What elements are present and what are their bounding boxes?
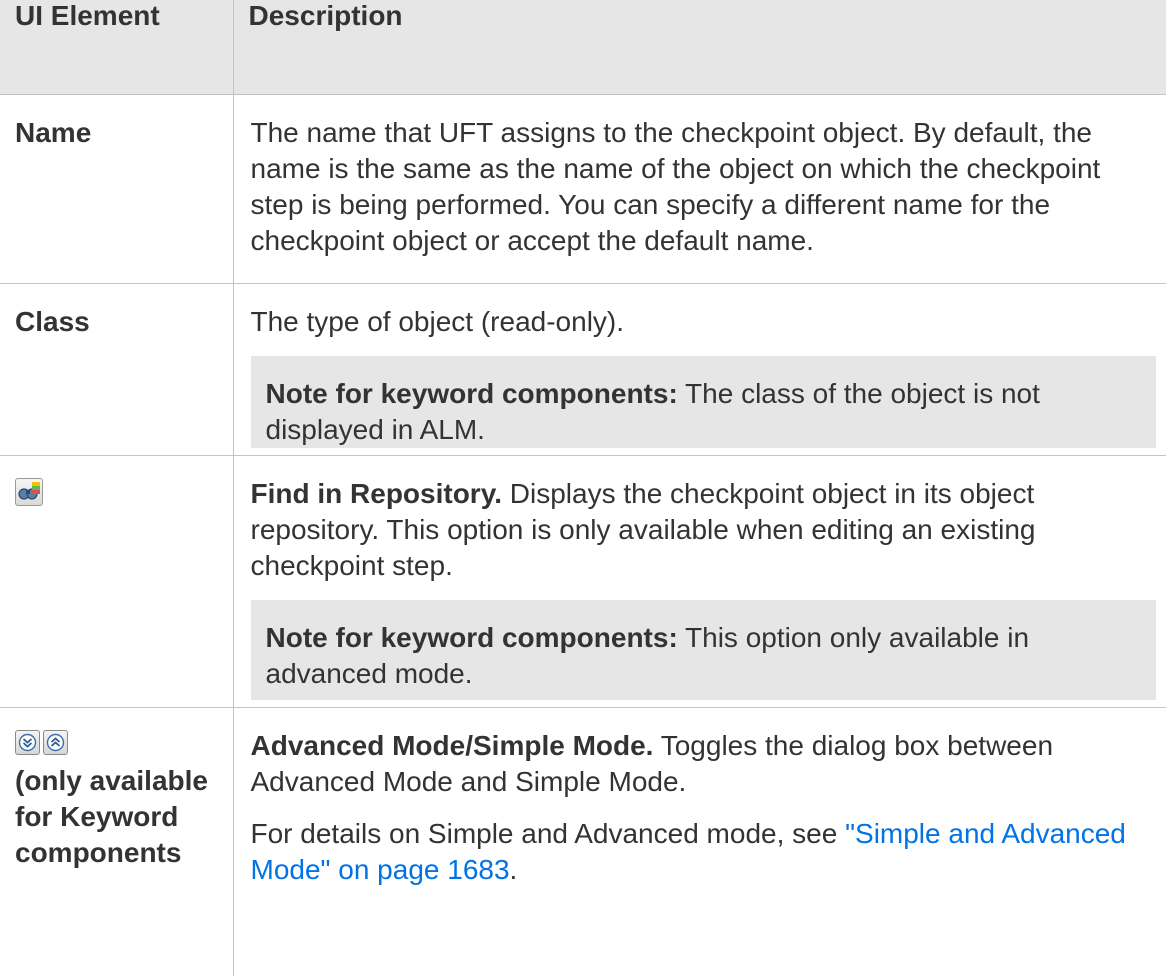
description-find-in-repository: Find in Repository. Displays the checkpo…: [232, 454, 1166, 708]
details-prefix: For details on Simple and Advanced mode,…: [250, 817, 846, 849]
table-row-find-in-repository: Find in Repository. Displays the checkpo…: [0, 454, 1166, 708]
description-text: The type of object (read-only).: [250, 305, 625, 337]
element-name: Name: [0, 93, 234, 284]
description-text: The name that UFT assigns to the checkpo…: [250, 116, 1101, 256]
header-description: Description: [232, 0, 1166, 95]
note-box: Note for keyword components: This option…: [250, 599, 1156, 700]
description-class: The type of object (read-only). Note for…: [232, 282, 1166, 456]
find-in-repository-icon: [15, 477, 43, 506]
description-title: Advanced Mode/Simple Mode.: [250, 729, 654, 761]
header-ui-element: UI Element: [0, 0, 234, 95]
element-find-in-repository: [0, 454, 234, 708]
description-name: The name that UFT assigns to the checkpo…: [232, 93, 1166, 284]
advanced-mode-icon: [15, 729, 40, 755]
simple-mode-icon: [43, 729, 68, 755]
element-class: Class: [0, 282, 234, 456]
details-suffix: .: [509, 853, 518, 885]
element-advanced-simple-mode: (only available for Keyword components: [0, 706, 234, 976]
element-label: (only available for Keyword components: [15, 764, 208, 868]
table-row-name: Name The name that UFT assigns to the ch…: [0, 93, 1166, 284]
mode-icons: [15, 729, 227, 755]
description-advanced-simple-mode: Advanced Mode/Simple Mode. Toggles the d…: [232, 706, 1166, 976]
table-row-advanced-simple-mode: (only available for Keyword components A…: [0, 706, 1166, 976]
table-row-class: Class The type of object (read-only). No…: [0, 282, 1166, 456]
description-title: Find in Repository.: [250, 477, 502, 509]
note-label: Note for keyword components:: [265, 377, 678, 409]
header-row: UI Element Description: [0, 0, 1166, 95]
note-label: Note for keyword components:: [265, 621, 678, 653]
note-box: Note for keyword components: The class o…: [250, 355, 1156, 448]
ui-elements-table: UI Element Description Name The name tha…: [0, 0, 1166, 976]
